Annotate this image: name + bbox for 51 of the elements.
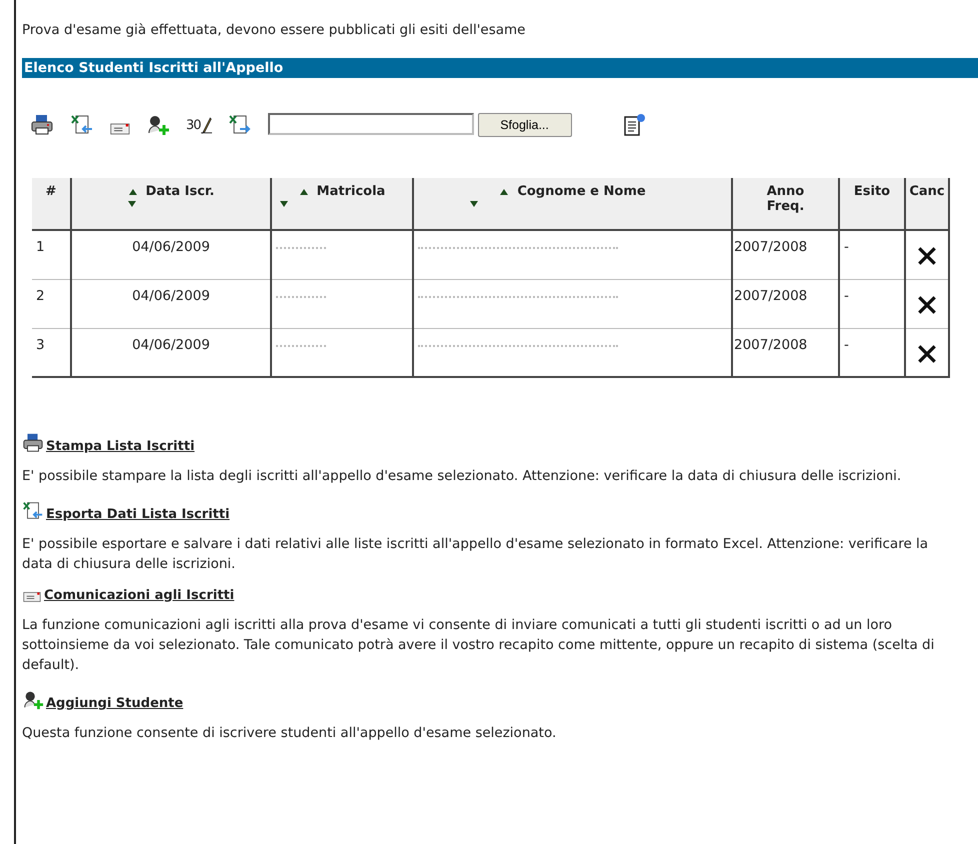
status-message: Prova d'esame già effettuata, devono essere pubblicati gli esiti dell'esame <box>22 21 526 40</box>
sort-down-icon[interactable] <box>469 200 479 208</box>
section-link[interactable]: Esporta Dati Lista Iscritti <box>46 507 230 522</box>
column-header: Matricola <box>271 178 413 230</box>
column-header: Anno Freq. <box>732 178 839 230</box>
delete-icon[interactable] <box>916 245 938 267</box>
sort-up-icon[interactable] <box>298 188 309 196</box>
table-cell: - <box>839 279 905 328</box>
sort-up-icon[interactable] <box>128 188 138 196</box>
envelope-icon[interactable] <box>110 122 130 136</box>
table-cell: 1 <box>32 230 71 279</box>
printer-icon <box>22 432 44 454</box>
table-cell: 2 <box>32 279 71 328</box>
file-input-field[interactable] <box>268 113 474 135</box>
printer-icon[interactable] <box>30 113 54 137</box>
sort-up-icon[interactable] <box>499 188 510 196</box>
table-cell: 3 <box>32 328 71 377</box>
column-header: # <box>32 178 71 230</box>
document-icon[interactable] <box>622 113 646 137</box>
person-plus-icon <box>22 689 44 711</box>
sort-down-icon[interactable] <box>127 200 137 208</box>
section-link[interactable]: Aggiungi Studente <box>46 696 184 711</box>
section-description: La funzione comunicazioni agli iscritti alla prova d'esame vi consente di inviare comunicati a tutti gli studenti iscritti o ad un loro sottoinsieme da voi selezionato. Tale comunicato potrà avere il vostro recapito come mittente, oppure un recapito di sistema (scelta di default). <box>22 616 936 675</box>
envelope-icon <box>22 591 42 603</box>
browse-button[interactable]: Sfoglia... <box>478 113 572 137</box>
section-description: E' possibile stampare la lista degli iscritti all'appello d'esame selezionato. Attenzione: verificare la data di chiusura delle iscrizioni. <box>22 467 902 486</box>
table-cell: 2007/2008 <box>732 279 839 328</box>
column-header: Canc <box>905 178 949 230</box>
table-cell: 04/06/2009 <box>71 328 271 377</box>
section-link[interactable]: Stampa Lista Iscritti <box>46 439 195 454</box>
section-title: Elenco Studenti Iscritti all'Appello <box>22 58 978 78</box>
table-cell: 2007/2008 <box>732 230 839 279</box>
table-cell: 04/06/2009 <box>71 279 271 328</box>
person-plus-icon[interactable] <box>146 113 170 137</box>
spreadsheet-arrow-icon <box>22 500 44 522</box>
table-cell: 2007/2008 <box>732 328 839 377</box>
table-cell: - <box>839 328 905 377</box>
delete-icon[interactable] <box>916 294 938 316</box>
column-header: Esito <box>839 178 905 230</box>
table-cell: 04/06/2009 <box>71 230 271 279</box>
section-description: Questa funzione consente di iscrivere studenti all'appello d'esame selezionato. <box>22 724 558 743</box>
redacted-text <box>276 296 326 300</box>
section-link[interactable]: Comunicazioni agli Iscritti <box>44 588 234 603</box>
redacted-text <box>276 247 326 252</box>
column-header: Cognome e Nome <box>413 178 732 230</box>
section-description: E' possibile esportare e salvare i dati relativi alle liste iscritti all'appello d'esame selezionato in formato Excel. Attenzione: verificare la data di chiusura delle iscrizioni. <box>22 535 930 574</box>
column-header: Data Iscr. <box>71 178 271 230</box>
sort-down-icon[interactable] <box>279 200 289 208</box>
delete-icon[interactable] <box>916 342 938 364</box>
redacted-text <box>276 344 326 350</box>
table-cell: - <box>839 230 905 279</box>
